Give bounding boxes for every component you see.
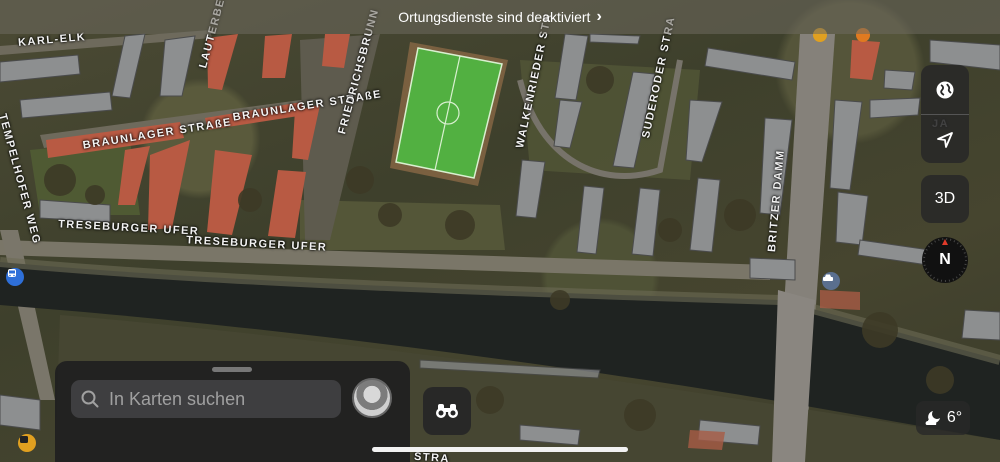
location-arrow-icon: [937, 131, 953, 148]
locate-me-button[interactable]: [921, 115, 969, 163]
map-controls-group: [921, 65, 969, 163]
moon-cloud-icon: [925, 411, 940, 425]
look-around-button[interactable]: [423, 387, 471, 435]
compass-north-label: N: [939, 251, 951, 268]
weather-temperature: 6°: [946, 409, 963, 426]
banner-text: Ortungsdienste sind deaktiviert: [398, 9, 591, 25]
sheet-grabber[interactable]: [212, 367, 252, 372]
search-field[interactable]: [71, 380, 341, 418]
chevron-right-icon: ›: [596, 8, 602, 25]
transit-icon[interactable]: [6, 268, 24, 286]
search-input[interactable]: [107, 387, 331, 411]
globe-icon: [936, 81, 954, 98]
location-services-banner[interactable]: Ortungsdienste sind deaktiviert ›: [0, 0, 1000, 34]
bus-stop-icon[interactable]: [18, 434, 36, 452]
street-label-bottom: STRA: [413, 450, 451, 462]
home-indicator[interactable]: [372, 447, 628, 452]
avatar[interactable]: [352, 378, 392, 418]
binoculars-icon: [436, 404, 458, 418]
search-icon: [81, 390, 99, 408]
compass-button[interactable]: N: [922, 237, 968, 283]
car-service-icon[interactable]: [822, 272, 840, 290]
map-type-button[interactable]: [921, 65, 969, 114]
search-sheet[interactable]: [55, 361, 410, 462]
weather-widget[interactable]: 6°: [916, 401, 970, 435]
3d-toggle-button[interactable]: 3D: [921, 175, 969, 223]
